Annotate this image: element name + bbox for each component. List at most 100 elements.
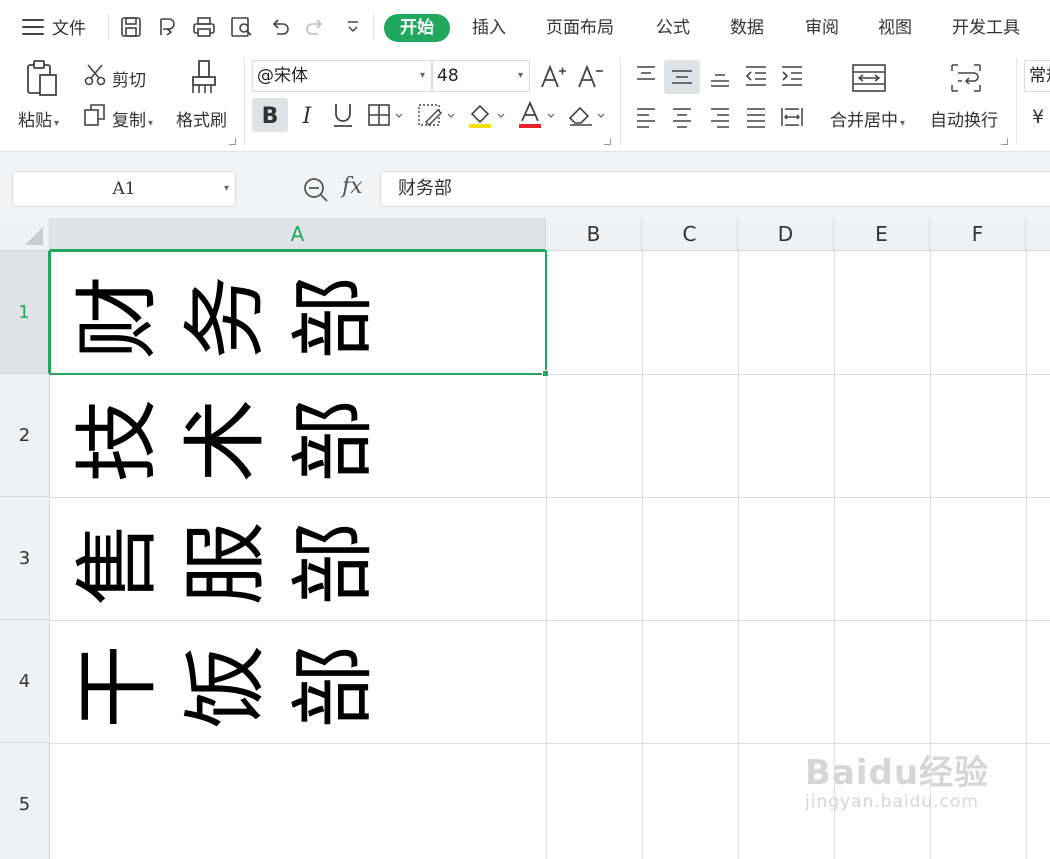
clipboard-launcher-icon[interactable] (229, 138, 236, 145)
cell-a4[interactable]: 干饭部 (64, 620, 544, 743)
watermark-url: jingyan.baidu.com (805, 792, 979, 812)
currency-button[interactable]: ¥ (1032, 106, 1044, 128)
row-header-2[interactable]: 2 (0, 374, 50, 497)
select-all-icon (25, 227, 43, 245)
column-header-e[interactable]: E (834, 218, 930, 251)
print-preview-icon[interactable] (229, 14, 255, 40)
increase-indent-icon[interactable] (778, 60, 806, 92)
align-middle-icon (672, 70, 692, 84)
save-icon[interactable] (118, 14, 144, 40)
divider (108, 14, 109, 40)
hamburger-icon[interactable] (22, 18, 44, 35)
divider (373, 14, 374, 40)
number-format-value: 常规 (1029, 66, 1050, 86)
undo-icon[interactable] (267, 14, 293, 40)
column-header-b[interactable]: B (546, 218, 642, 251)
font-color-icon[interactable] (516, 100, 558, 130)
cell-a2[interactable]: 技术部 (64, 374, 544, 497)
active-cell-border (49, 250, 547, 375)
paste-icon[interactable] (22, 58, 62, 98)
zoom-out-icon[interactable] (302, 176, 330, 208)
watermark-logo: Baidu经验 (805, 753, 990, 793)
tab-formulas[interactable]: 公式 (656, 14, 690, 42)
font-size-select[interactable]: 48 ▾ (432, 60, 530, 92)
align-center-icon[interactable] (668, 102, 696, 132)
bold-button[interactable]: B (252, 98, 288, 132)
borders-icon[interactable] (366, 100, 408, 130)
scissors-icon[interactable] (82, 62, 108, 88)
tab-page-layout[interactable]: 页面布局 (546, 14, 614, 42)
row-header-4[interactable]: 4 (0, 620, 50, 743)
formula-input[interactable]: 财务部 (380, 171, 1050, 207)
merge-center-icon[interactable] (846, 58, 892, 98)
wrap-text-button[interactable]: 自动换行 (930, 106, 998, 131)
format-painter-icon[interactable] (184, 58, 224, 98)
cell-a3[interactable]: 售服部 (64, 497, 544, 620)
gridline (642, 251, 643, 859)
decrease-font-icon[interactable] (575, 62, 605, 90)
distributed-align-icon[interactable] (778, 102, 806, 132)
tab-developer[interactable]: 开发工具 (952, 14, 1020, 42)
alignment-launcher-icon[interactable] (1001, 138, 1008, 145)
file-menu[interactable]: 文件 (22, 14, 86, 39)
tab-review[interactable]: 审阅 (805, 14, 839, 42)
column-header-d[interactable]: D (738, 218, 834, 251)
insert-function-button[interactable]: fx (342, 174, 363, 199)
font-name-select[interactable]: @宋体 ▾ (252, 60, 432, 92)
align-middle-button[interactable] (664, 60, 700, 94)
cell-a3-text: 售服部 (68, 511, 383, 606)
column-header-a[interactable]: A (50, 218, 546, 251)
print-icon[interactable] (191, 14, 217, 40)
redo-icon[interactable] (302, 14, 328, 40)
align-right-icon[interactable] (706, 102, 734, 132)
fill-handle[interactable] (542, 370, 549, 377)
row-header-5[interactable]: 5 (0, 743, 50, 859)
clear-format-icon[interactable] (566, 100, 608, 130)
align-bottom-icon[interactable] (706, 60, 734, 92)
bold-icon: B (262, 104, 279, 129)
cell-a4-text: 干饭部 (68, 634, 383, 729)
paste-label: 粘贴 (18, 111, 52, 131)
number-format-select[interactable]: 常规 (1024, 60, 1050, 92)
underline-icon[interactable] (330, 100, 356, 130)
row-header-1[interactable]: 1 (0, 251, 50, 374)
name-box[interactable]: A1 ▾ (12, 171, 236, 207)
export-icon[interactable] (154, 14, 180, 40)
tab-insert[interactable]: 插入 (472, 14, 506, 42)
formula-bar: A1 ▾ fx 财务部 (0, 152, 1050, 218)
divider (244, 58, 245, 146)
format-painter-button[interactable]: 格式刷 (176, 106, 227, 131)
decrease-indent-icon[interactable] (742, 60, 770, 92)
font-name-value: @宋体 (257, 66, 308, 86)
tab-home[interactable]: 开始 (384, 14, 450, 42)
wrap-text-icon[interactable] (944, 58, 988, 98)
italic-icon[interactable]: I (294, 100, 320, 130)
column-header-f[interactable]: F (930, 218, 1026, 251)
copy-icon[interactable] (82, 102, 108, 128)
copy-label: 复制 (112, 111, 146, 131)
divider (1016, 58, 1017, 146)
tab-view[interactable]: 视图 (878, 14, 912, 42)
align-top-icon[interactable] (632, 60, 660, 92)
cut-button[interactable]: 剪切 (112, 66, 146, 91)
paste-button[interactable]: 粘贴 ▾ (18, 106, 59, 131)
cell-style-icon[interactable] (416, 100, 458, 130)
column-header-c[interactable]: C (642, 218, 738, 251)
align-left-icon[interactable] (632, 102, 660, 132)
watermark: Baidu经验 jingyan.baidu.com (805, 745, 989, 812)
fill-color-icon[interactable] (466, 100, 508, 130)
file-menu-label[interactable]: 文件 (52, 14, 86, 39)
tab-data[interactable]: 数据 (730, 14, 764, 42)
select-all-button[interactable] (0, 218, 50, 251)
justify-icon[interactable] (742, 102, 770, 132)
increase-font-icon[interactable] (538, 62, 568, 90)
menu-bar: 文件 开始 插入 页面布局 公式 数据 审阅 视图 开发工具 (0, 0, 1050, 54)
copy-button[interactable]: 复制 ▾ (112, 106, 153, 131)
svg-text:B: B (262, 104, 279, 129)
merge-center-button[interactable]: 合并居中 ▾ (830, 106, 905, 131)
customize-toolbar-icon[interactable] (340, 14, 366, 40)
row-header-3[interactable]: 3 (0, 497, 50, 620)
gridline (738, 251, 739, 859)
font-launcher-icon[interactable] (604, 138, 611, 145)
column-header-g[interactable] (1026, 218, 1050, 251)
